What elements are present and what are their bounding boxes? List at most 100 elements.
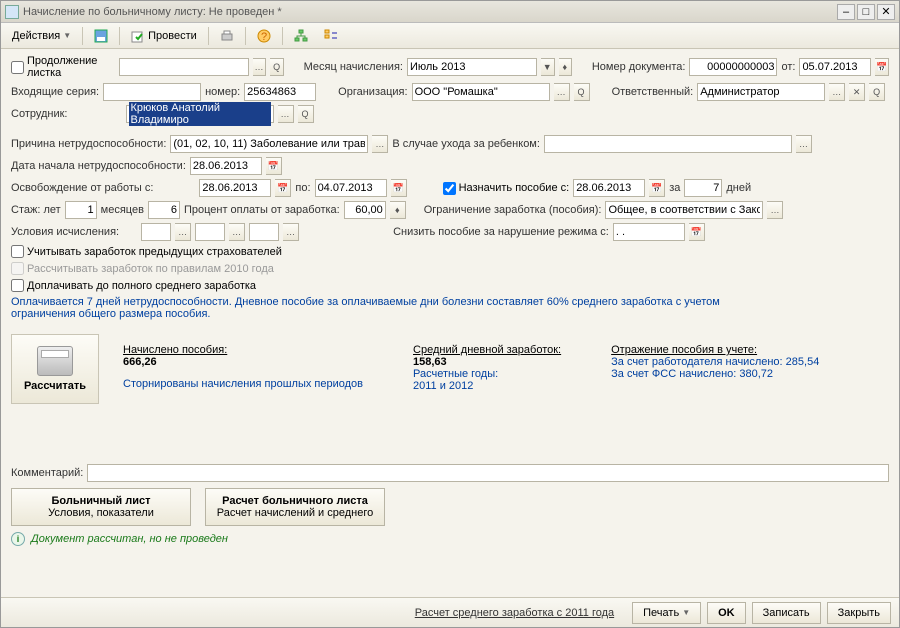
reduce-date-picker-button[interactable]: 📅 [689,223,705,241]
childcare-label: В случае ухода за ребенком: [392,138,540,150]
tree-icon-button[interactable] [317,26,345,46]
inseries-field[interactable] [103,83,201,101]
reason-field[interactable] [170,135,368,153]
resp-clear-button[interactable]: ✕ [849,83,865,101]
limit-label: Ограничение заработка (пособия): [424,204,602,216]
employee-select-button[interactable]: … [278,105,294,123]
footer: Расчет среднего заработка с 2011 года Пе… [1,597,899,627]
from-date-picker-button[interactable]: 📅 [875,58,889,76]
release-to-picker-button[interactable]: 📅 [391,179,407,197]
reduce-date-field[interactable] [613,223,685,241]
assign-checkbox[interactable]: Назначить пособие с: [443,182,570,195]
minimize-button[interactable]: – [837,4,855,20]
reversed-link[interactable]: Сторнированы начисления прошлых периодов [123,378,363,390]
reason-label: Причина нетрудоспособности: [11,138,166,150]
num-label: номер: [205,86,240,98]
calculate-button[interactable]: Рассчитать [11,334,99,404]
release-to-field[interactable] [315,179,387,197]
month-stepper-button[interactable]: ♦ [559,58,573,76]
cond2-select-button[interactable]: … [229,223,245,241]
years-link[interactable]: 2011 и 2012 [413,380,561,392]
close-window-button[interactable]: Закрыть [827,602,891,624]
print-icon-button[interactable] [213,26,241,46]
from-label: от: [781,61,795,73]
cond1-field[interactable] [141,223,171,241]
limit-field[interactable] [605,201,763,219]
percent-field[interactable] [344,201,386,219]
save-icon-button[interactable] [87,26,115,46]
childcare-field[interactable] [544,135,792,153]
maximize-button[interactable]: □ [857,4,875,20]
month-field[interactable] [407,58,537,76]
structure-icon-button[interactable] [287,26,315,46]
start-date-field[interactable] [190,157,262,175]
employee-field[interactable]: Крюков Анатолий Владимиро [126,105,274,123]
titlebar: Начисление по больничному листу: Не пров… [1,1,899,23]
calc-cond-label: Условия исчисления: [11,226,119,238]
reason-select-button[interactable]: … [372,135,388,153]
help-icon-button[interactable]: ? [250,26,278,46]
tab-sick-leave[interactable]: Больничный лист Условия, показатели [11,488,191,526]
assign-date-picker-button[interactable]: 📅 [649,179,665,197]
resp-select-button[interactable]: … [829,83,845,101]
prev-insurers-checkbox[interactable]: Учитывать заработок предыдущих страховат… [11,245,282,258]
docnum-field[interactable] [689,58,777,76]
month-label: Месяц начисления: [304,61,403,73]
num-field[interactable] [244,83,316,101]
continuation-select-button[interactable]: … [253,58,267,76]
reduce-label: Снизить пособие за нарушение режима с: [393,226,609,238]
from-date-field[interactable] [799,58,871,76]
start-date-label: Дата начала нетрудоспособности: [11,160,186,172]
close-button[interactable]: ✕ [877,4,895,20]
continuation-checkbox[interactable]: Продолжение листка [11,55,115,79]
assign-date-field[interactable] [573,179,645,197]
days-field[interactable] [684,179,722,197]
percent-label: Процент оплаты от заработка: [184,204,340,216]
employee-label: Сотрудник: [11,108,68,120]
info-text: Оплачивается 7 дней нетрудоспособности. … [11,296,771,320]
to-label: по: [295,182,310,194]
post-button[interactable]: Провести [124,26,204,46]
stazh-months-field[interactable] [148,201,180,219]
cond3-select-button[interactable]: … [283,223,299,241]
release-from-field[interactable] [199,179,271,197]
resp-label: Ответственный: [612,86,694,98]
actions-menu[interactable]: Действия▼ [5,26,78,46]
summary-col-accrued: Начислено пособия: 666,26 Сторнированы н… [123,344,363,392]
month-dropdown-button[interactable]: ▼ [541,58,555,76]
cond1-select-button[interactable]: … [175,223,191,241]
tab-calculation[interactable]: Расчет больничного листа Расчет начислен… [205,488,385,526]
release-from-picker-button[interactable]: 📅 [275,179,291,197]
employee-lookup-button[interactable]: Q [298,105,314,123]
stazh-years-field[interactable] [65,201,97,219]
org-select-button[interactable]: … [554,83,570,101]
resp-field[interactable] [697,83,825,101]
percent-stepper-button[interactable]: ♦ [390,201,406,219]
org-label: Организация: [338,86,407,98]
continuation-field[interactable] [119,58,249,76]
calculator-icon [37,346,73,376]
toolbar: Действия▼ Провести ? [1,23,899,49]
org-lookup-button[interactable]: Q [574,83,590,101]
limit-select-button[interactable]: … [767,201,783,219]
summary-col-accounting: Отражение пособия в учете: За счет работ… [611,344,819,392]
start-date-picker-button[interactable]: 📅 [266,157,282,175]
continuation-lookup-button[interactable]: Q [270,58,284,76]
stazh-label: Стаж: лет [11,204,61,216]
full-average-checkbox[interactable]: Доплачивать до полного среднего заработк… [11,279,256,292]
content-area: Продолжение листка … Q Месяц начисления:… [1,49,899,597]
status-bar: i Документ рассчитан, но не проведен [11,532,889,546]
comment-label: Комментарий: [11,467,83,479]
org-field[interactable] [412,83,550,101]
cond3-field[interactable] [249,223,279,241]
childcare-select-button[interactable]: … [796,135,812,153]
resp-lookup-button[interactable]: Q [869,83,885,101]
comment-field[interactable] [87,464,889,482]
ok-button[interactable]: OK [707,602,746,624]
rules-2010-checkbox: Рассчитывать заработок по правилам 2010 … [11,262,274,275]
print-button[interactable]: Печать▼ [632,602,701,624]
release-label: Освобождение от работы с: [11,182,153,194]
cond2-field[interactable] [195,223,225,241]
save-button[interactable]: Записать [752,602,821,624]
average-calc-link[interactable]: Расчет среднего заработка с 2011 года [415,607,614,619]
